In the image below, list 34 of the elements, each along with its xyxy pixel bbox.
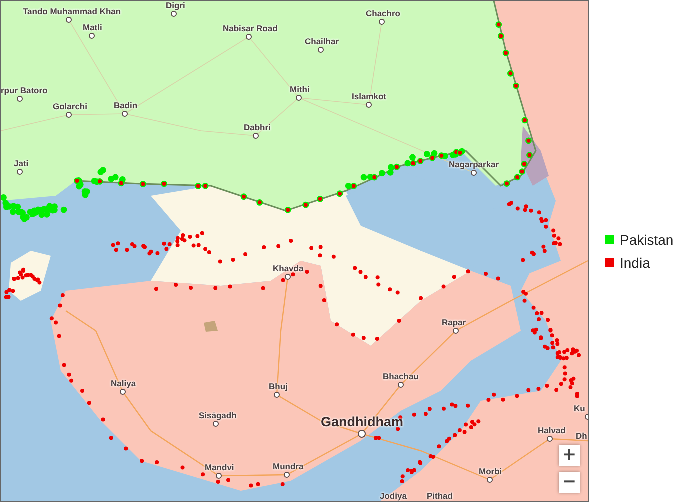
place-label: Dabhri [244, 124, 271, 132]
place-label: Chachro [366, 10, 400, 18]
place-label: Nabisar Road [223, 24, 278, 33]
legend-label: India [620, 254, 650, 270]
place-label: Pithad [427, 492, 453, 500]
place-label: Khavda [273, 264, 304, 273]
place-label: Chailhar [305, 38, 340, 46]
zoom-in-button[interactable]: + [559, 445, 580, 466]
place-label: Islamkot [352, 92, 386, 101]
place-label: Ku [574, 404, 586, 413]
place-label: Sisāgadh [199, 412, 237, 420]
place-label: Jodiya [380, 492, 407, 500]
place-label: Mithi [290, 86, 310, 94]
town-marker-icon [453, 328, 459, 334]
place-label: Bhuj [269, 382, 288, 391]
place-label: Digri [166, 2, 186, 10]
place-label: Mundra [273, 462, 304, 471]
place-label: Rapar [442, 318, 466, 327]
place-label: Morbi [479, 468, 502, 476]
place-label: Golarchi [53, 102, 88, 111]
place-label: rpur Batoro [1, 86, 48, 95]
place-label: Halvad [538, 426, 566, 435]
place-label: Badin [114, 102, 138, 110]
place-label: Dh [576, 432, 588, 440]
zoom-out-button[interactable]: − [559, 472, 580, 493]
place-label: Mandvi [205, 464, 234, 472]
place-label: Gandhidham [321, 416, 404, 429]
place-label: Tando Muhammad Khan [23, 8, 122, 16]
legend-label: Pakistan [620, 232, 674, 248]
place-label: Bhachau [383, 372, 419, 381]
town-marker-icon [471, 170, 477, 176]
place-label: Jati [14, 160, 29, 168]
place-label: Naliya [111, 380, 136, 388]
place-label: Matli [83, 24, 102, 32]
